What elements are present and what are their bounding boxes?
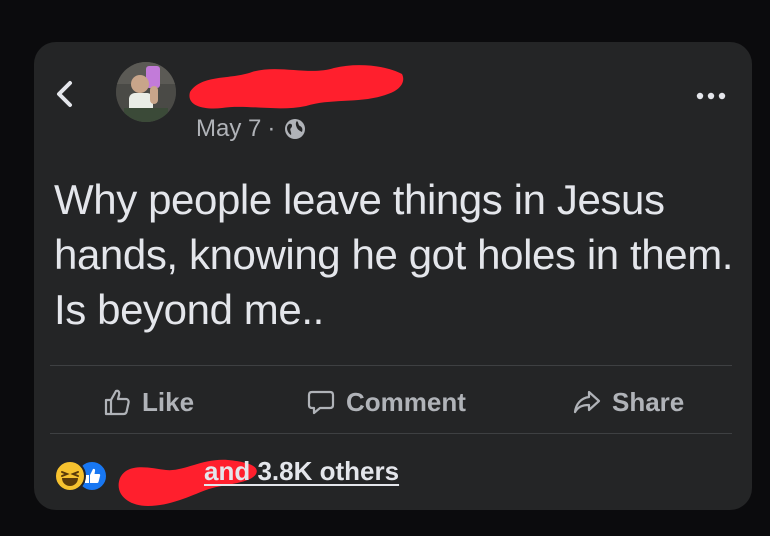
share-button[interactable]: Share [572, 382, 684, 422]
like-label: Like [142, 386, 195, 417]
reaction-count[interactable]: and 3.8K others [204, 456, 399, 487]
like-button[interactable]: Like [102, 382, 194, 422]
comment-icon [307, 390, 335, 415]
screen: May 7 · Why people leave things in Jesus… [0, 0, 770, 536]
reactions-summary[interactable]: and 3.8K others [50, 448, 550, 506]
post-meta: May 7 · [196, 114, 307, 144]
post-date[interactable]: May 7 [196, 115, 261, 143]
more-options-icon[interactable] [694, 88, 728, 104]
comment-button[interactable]: Comment [306, 382, 466, 422]
meta-separator: · [267, 115, 276, 142]
globe-icon [285, 119, 306, 139]
avatar-image [116, 62, 176, 122]
haha-icon [54, 460, 86, 492]
divider-top [50, 365, 732, 366]
author-name-redaction [189, 65, 404, 109]
author-avatar[interactable] [116, 62, 176, 122]
share-label: Share [612, 386, 685, 417]
share-arrow-icon [573, 390, 601, 414]
thumbs-up-icon [104, 389, 130, 416]
post-text: Why people leave things in Jesus hands, … [54, 176, 734, 333]
divider-bottom [50, 433, 732, 434]
back-chevron-icon[interactable] [52, 78, 76, 110]
comment-label: Comment [346, 386, 466, 417]
